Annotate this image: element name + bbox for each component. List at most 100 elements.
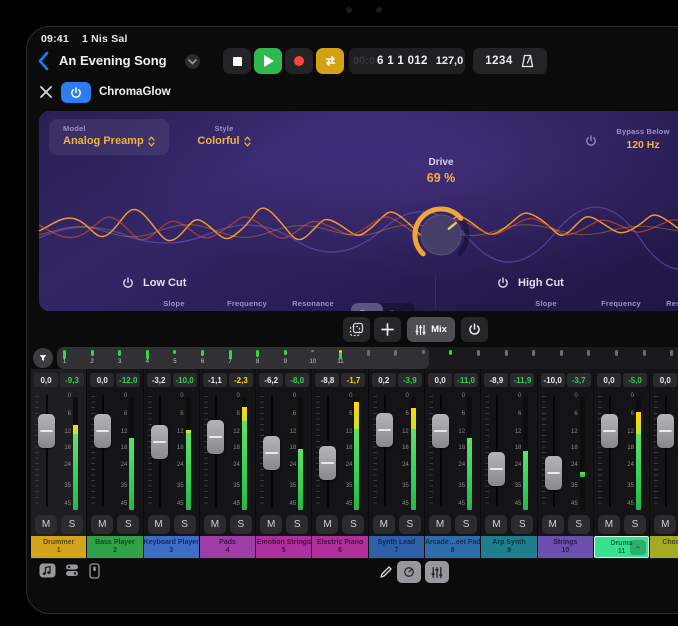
channel-name-plate[interactable]: Synth Lead 7: [369, 536, 424, 558]
channel-volume-value[interactable]: -10,0: [541, 373, 565, 387]
mute-button[interactable]: M: [316, 515, 338, 534]
high-cut-slope[interactable]: Slope 24 dB/Oct: [509, 299, 583, 311]
overview-viewport[interactable]: [57, 347, 429, 369]
channel-volume-value[interactable]: 0,0: [428, 373, 452, 387]
channel-name-plate[interactable]: Arp Synth 9: [481, 536, 536, 558]
mute-button[interactable]: M: [148, 515, 170, 534]
fader-handle[interactable]: [657, 414, 674, 448]
channel-name-plate[interactable]: Drummer 1: [31, 536, 86, 558]
solo-button[interactable]: S: [342, 515, 364, 534]
fader-track[interactable]: [553, 395, 555, 507]
low-cut-frequency[interactable]: Frequency 500 Hz: [217, 299, 277, 311]
fader-track[interactable]: [46, 395, 48, 507]
solo-button[interactable]: S: [624, 515, 646, 534]
fader-track[interactable]: [609, 395, 611, 507]
fader-handle[interactable]: [94, 414, 111, 448]
cycle-button[interactable]: [316, 48, 344, 74]
mute-button[interactable]: M: [91, 515, 113, 534]
lcd-display[interactable]: 00:0 6 1 1 012 127,0 4/4C maj In: OutMID…: [349, 48, 465, 74]
back-chevron-icon[interactable]: [37, 51, 51, 71]
channel-name-plate[interactable]: Emotion Strings 5: [256, 536, 311, 558]
high-cut-power-icon[interactable]: [497, 277, 509, 289]
mute-button[interactable]: M: [429, 515, 451, 534]
metronome-icon[interactable]: [520, 54, 535, 68]
mute-button[interactable]: M: [204, 515, 226, 534]
channel-name-plate[interactable]: Bass Player 2: [87, 536, 142, 558]
mute-button[interactable]: M: [542, 515, 564, 534]
channel-name-plate[interactable]: Chorus V: [650, 536, 678, 558]
mixer-power-button[interactable]: [461, 317, 488, 342]
drive-knob[interactable]: [409, 203, 473, 267]
channel-name-plate[interactable]: Pads 4: [200, 536, 255, 558]
channel-volume-value[interactable]: 0,0: [90, 373, 114, 387]
model-selector[interactable]: Model Analog Preamp: [49, 119, 169, 155]
solo-button[interactable]: S: [174, 515, 196, 534]
stop-button[interactable]: [223, 48, 251, 74]
solo-button[interactable]: S: [455, 515, 477, 534]
solo-button[interactable]: S: [511, 515, 533, 534]
solo-button[interactable]: S: [286, 515, 308, 534]
count-in-metronome-group[interactable]: 1234: [473, 48, 547, 74]
solo-button[interactable]: S: [230, 515, 252, 534]
record-button[interactable]: [285, 48, 313, 74]
mixer-overview-strip[interactable]: 1234567891011: [57, 347, 678, 369]
bypass-power-icon[interactable]: [585, 135, 597, 147]
fader-handle[interactable]: [545, 456, 562, 490]
channel-name-plate[interactable]: Drums 11: [594, 536, 649, 558]
low-cut-post-button[interactable]: Post: [383, 303, 415, 311]
channel-volume-value[interactable]: -8,8: [315, 373, 339, 387]
browser-loops-icon[interactable]: [39, 563, 56, 578]
channel-volume-value[interactable]: -1,1: [203, 373, 227, 387]
fader-handle[interactable]: [376, 413, 393, 447]
high-cut-resonance[interactable]: Resonance 0.71: [659, 299, 678, 311]
solo-button[interactable]: S: [399, 515, 421, 534]
fader-handle[interactable]: [432, 414, 449, 448]
solo-button[interactable]: S: [117, 515, 139, 534]
fader-track[interactable]: [102, 395, 104, 507]
low-cut-power-icon[interactable]: [122, 277, 134, 289]
fader-track[interactable]: [496, 395, 498, 507]
duplicate-button[interactable]: [343, 317, 370, 342]
channel-name-plate[interactable]: Strings 10: [538, 536, 593, 558]
song-title[interactable]: An Evening Song: [59, 53, 167, 68]
solo-button[interactable]: S: [568, 515, 590, 534]
fader-handle[interactable]: [38, 414, 55, 448]
mute-button[interactable]: M: [598, 515, 620, 534]
pencil-icon[interactable]: [379, 565, 393, 579]
channel-volume-value[interactable]: 0,0: [597, 373, 621, 387]
mute-button[interactable]: M: [35, 515, 57, 534]
plugin-power-button[interactable]: [61, 82, 91, 103]
close-icon[interactable]: [39, 85, 53, 99]
low-cut-slope[interactable]: Slope 24 dB/Oct: [137, 299, 211, 311]
low-cut-resonance[interactable]: Resonance 0.71: [283, 299, 343, 311]
fader-track[interactable]: [440, 395, 442, 507]
count-in-label[interactable]: 1234: [485, 55, 513, 67]
bypass-below-control[interactable]: Bypass Below 120 Hz: [605, 127, 678, 151]
collapse-chevron-button[interactable]: [630, 540, 646, 555]
track-filter-button[interactable]: [33, 348, 53, 368]
channel-volume-value[interactable]: -3,2: [147, 373, 171, 387]
knob-view-button[interactable]: [397, 561, 421, 583]
channel-volume-value[interactable]: 0,2: [372, 373, 396, 387]
fader-handle[interactable]: [151, 425, 168, 459]
fader-handle[interactable]: [207, 420, 224, 454]
mute-button[interactable]: M: [485, 515, 507, 534]
fader-handle[interactable]: [601, 414, 618, 448]
channel-strip-icon[interactable]: [89, 563, 100, 579]
channel-volume-value[interactable]: 0,0: [653, 373, 677, 387]
fader-handle[interactable]: [263, 436, 280, 470]
channel-volume-value[interactable]: -6,2: [259, 373, 283, 387]
faders-view-button[interactable]: [425, 561, 449, 583]
fader-handle[interactable]: [488, 452, 505, 486]
channel-volume-value[interactable]: 0,0: [34, 373, 58, 387]
play-button[interactable]: [254, 48, 282, 74]
channel-name-plate[interactable]: Arcade…eet Pad 8: [425, 536, 480, 558]
high-cut-frequency[interactable]: Frequency 4000 Hz: [589, 299, 653, 311]
fader-track[interactable]: [665, 395, 667, 507]
low-cut-pre-button[interactable]: Pre: [351, 303, 383, 311]
plugins-icon[interactable]: [65, 563, 79, 577]
fader-handle[interactable]: [319, 446, 336, 480]
solo-button[interactable]: S: [61, 515, 83, 534]
add-track-button[interactable]: [374, 317, 401, 342]
channel-name-plate[interactable]: Electric Piano 6: [312, 536, 367, 558]
